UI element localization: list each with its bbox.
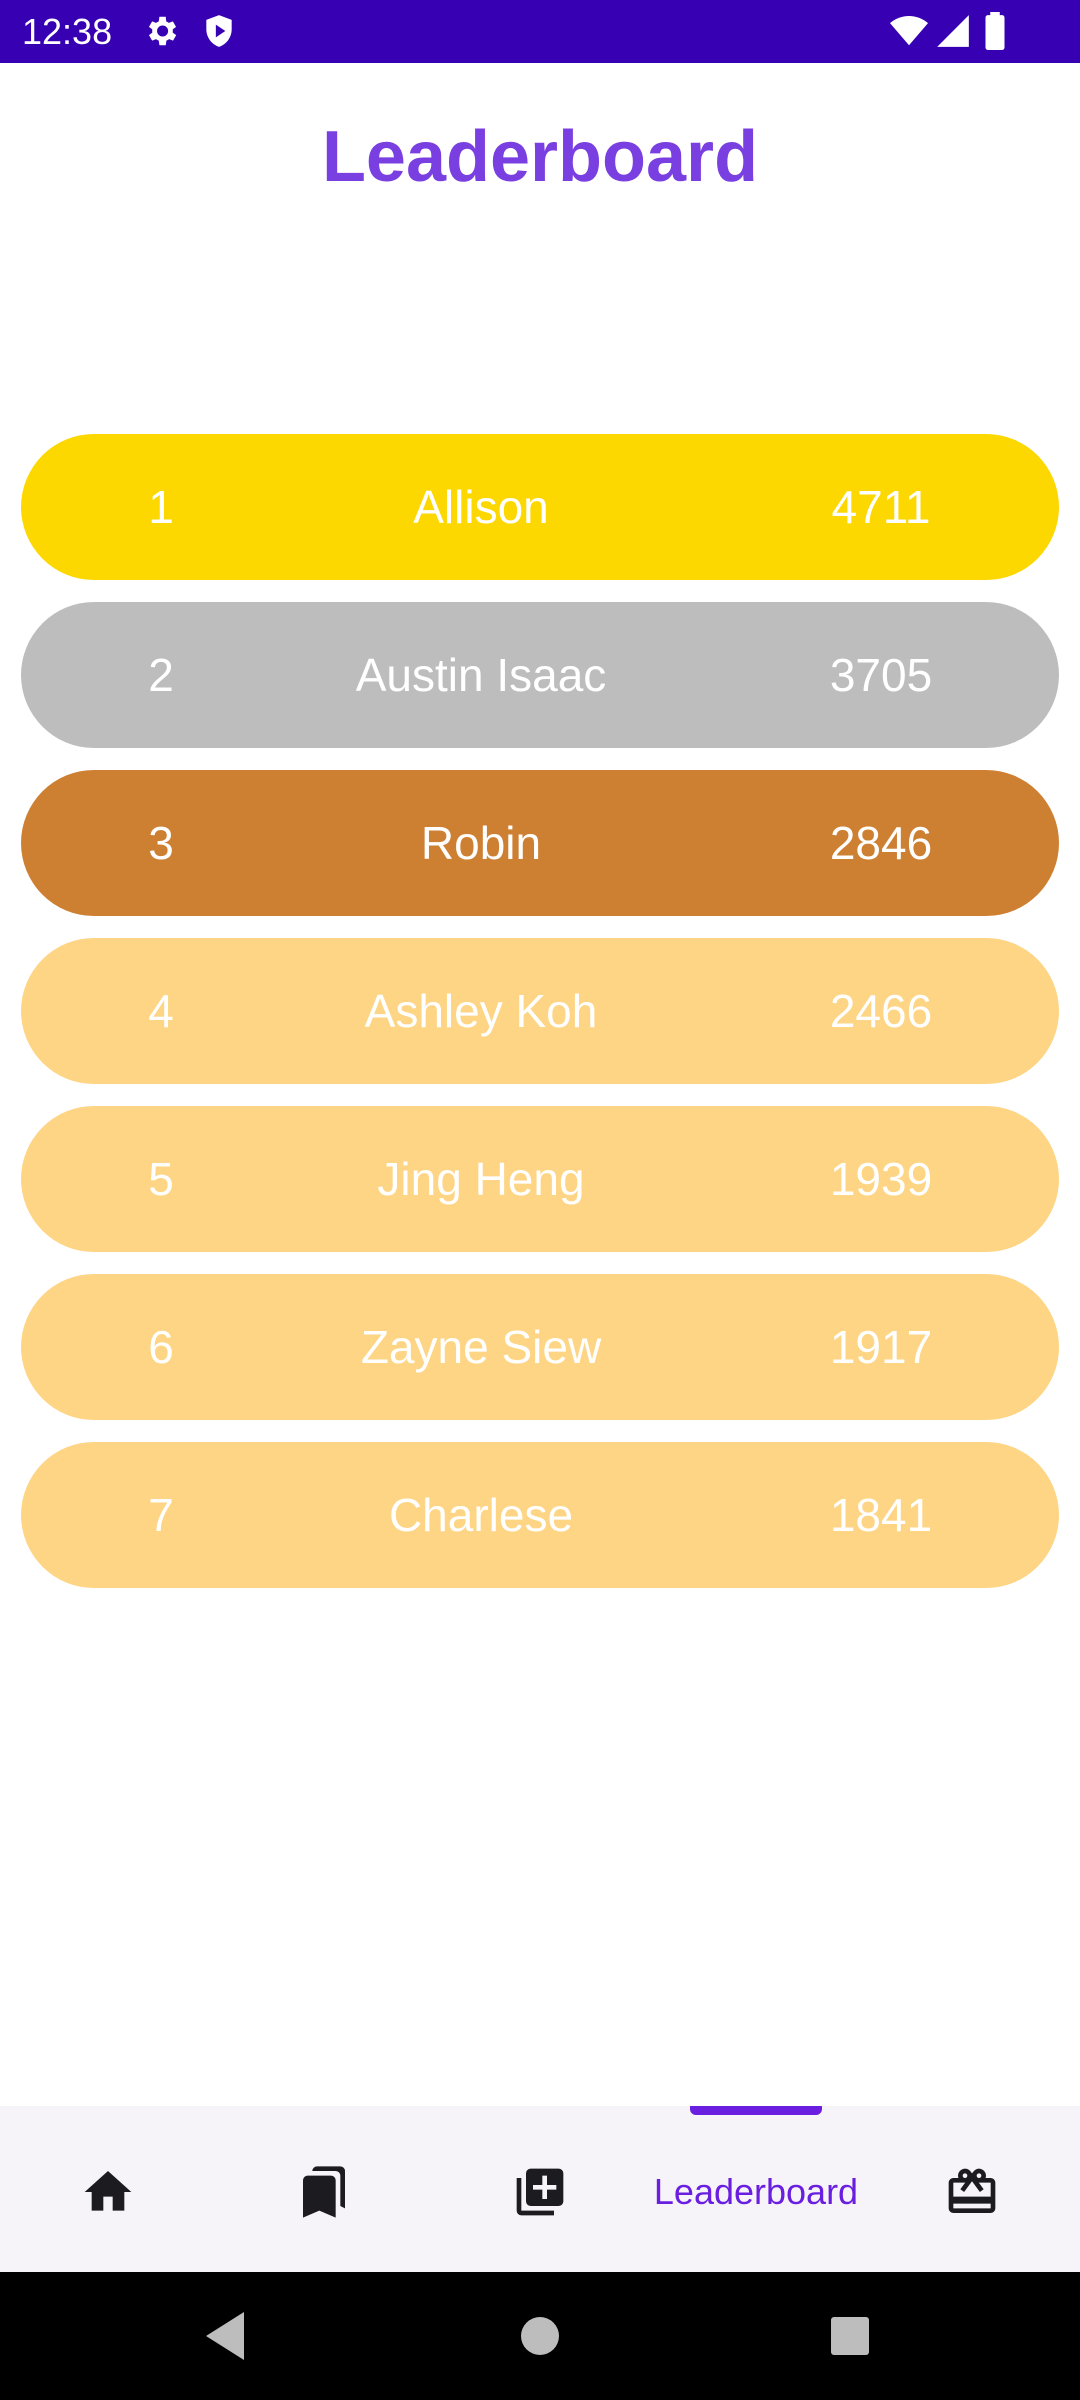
bottom-navigation: Leaderboard bbox=[0, 2106, 1080, 2272]
bookmarks-icon bbox=[303, 2166, 345, 2218]
leaderboard-screen: 12:38 Leaderboard 1 Allison 4711 2 Austin Is… bbox=[0, 0, 1080, 2400]
nav-home[interactable] bbox=[0, 2106, 216, 2272]
system-navigation-bar bbox=[0, 2272, 1080, 2400]
nav-add[interactable] bbox=[432, 2106, 648, 2272]
row-score: 1841 bbox=[829, 1489, 933, 1541]
signal-icon bbox=[937, 15, 969, 47]
row-score: 2846 bbox=[829, 817, 933, 869]
add-box-icon bbox=[516, 2168, 564, 2216]
leaderboard-row: 6 Zayne Siew 1917 bbox=[21, 1274, 1059, 1420]
home-icon bbox=[84, 2171, 132, 2211]
row-score: 4711 bbox=[831, 481, 931, 533]
status-bar: 12:38 bbox=[0, 0, 1080, 63]
row-rank: 5 bbox=[148, 1153, 174, 1205]
row-name: Charlese bbox=[388, 1489, 574, 1541]
status-time: 12:38 bbox=[22, 11, 113, 52]
leaderboard-row: 3 Robin 2846 bbox=[21, 770, 1059, 916]
row-rank: 3 bbox=[148, 817, 174, 869]
battery-icon bbox=[985, 12, 1005, 50]
row-score: 1939 bbox=[829, 1153, 933, 1205]
nav-selected-indicator bbox=[690, 2106, 822, 2115]
nav-bookmarks[interactable] bbox=[216, 2106, 432, 2272]
leaderboard-row: 4 Ashley Koh 2466 bbox=[21, 938, 1059, 1084]
leaderboard-row: 2 Austin Isaac 3705 bbox=[21, 602, 1059, 748]
page-title: Leaderboard bbox=[321, 117, 759, 197]
back-icon[interactable] bbox=[166, 2272, 286, 2400]
shield-icon bbox=[206, 15, 232, 47]
home-circle-icon[interactable] bbox=[480, 2272, 600, 2400]
row-score: 1917 bbox=[829, 1321, 933, 1373]
row-score: 3705 bbox=[829, 649, 933, 701]
leaderboard-list: 1 Allison 4711 2 Austin Isaac 3705 3 Robin 2846 4… bbox=[21, 434, 1059, 1610]
row-name: Jing Heng bbox=[377, 1153, 585, 1205]
wifi-icon bbox=[890, 15, 928, 46]
leaderboard-row: 7 Charlese 1841 bbox=[21, 1442, 1059, 1588]
recents-icon[interactable] bbox=[790, 2272, 910, 2400]
row-rank: 6 bbox=[148, 1321, 174, 1373]
row-name: Allison bbox=[413, 481, 549, 533]
row-name: Zayne Siew bbox=[360, 1321, 602, 1373]
nav-leaderboard[interactable]: Leaderboard bbox=[648, 2106, 864, 2272]
nav-rewards[interactable] bbox=[864, 2106, 1080, 2272]
row-rank: 7 bbox=[148, 1489, 174, 1541]
leaderboard-row: 5 Jing Heng 1939 bbox=[21, 1106, 1059, 1252]
row-name: Ashley Koh bbox=[364, 985, 598, 1037]
redeem-icon bbox=[948, 2168, 996, 2213]
nav-leaderboard-label: Leaderboard bbox=[653, 2171, 859, 2212]
leaderboard-row: 1 Allison 4711 bbox=[21, 434, 1059, 580]
row-score: 2466 bbox=[829, 985, 933, 1037]
settings-icon bbox=[148, 16, 177, 46]
row-rank: 2 bbox=[148, 649, 174, 701]
row-name: Austin Isaac bbox=[355, 649, 607, 701]
row-name: Robin bbox=[420, 817, 542, 869]
row-rank: 1 bbox=[148, 481, 174, 533]
row-rank: 4 bbox=[148, 985, 174, 1037]
